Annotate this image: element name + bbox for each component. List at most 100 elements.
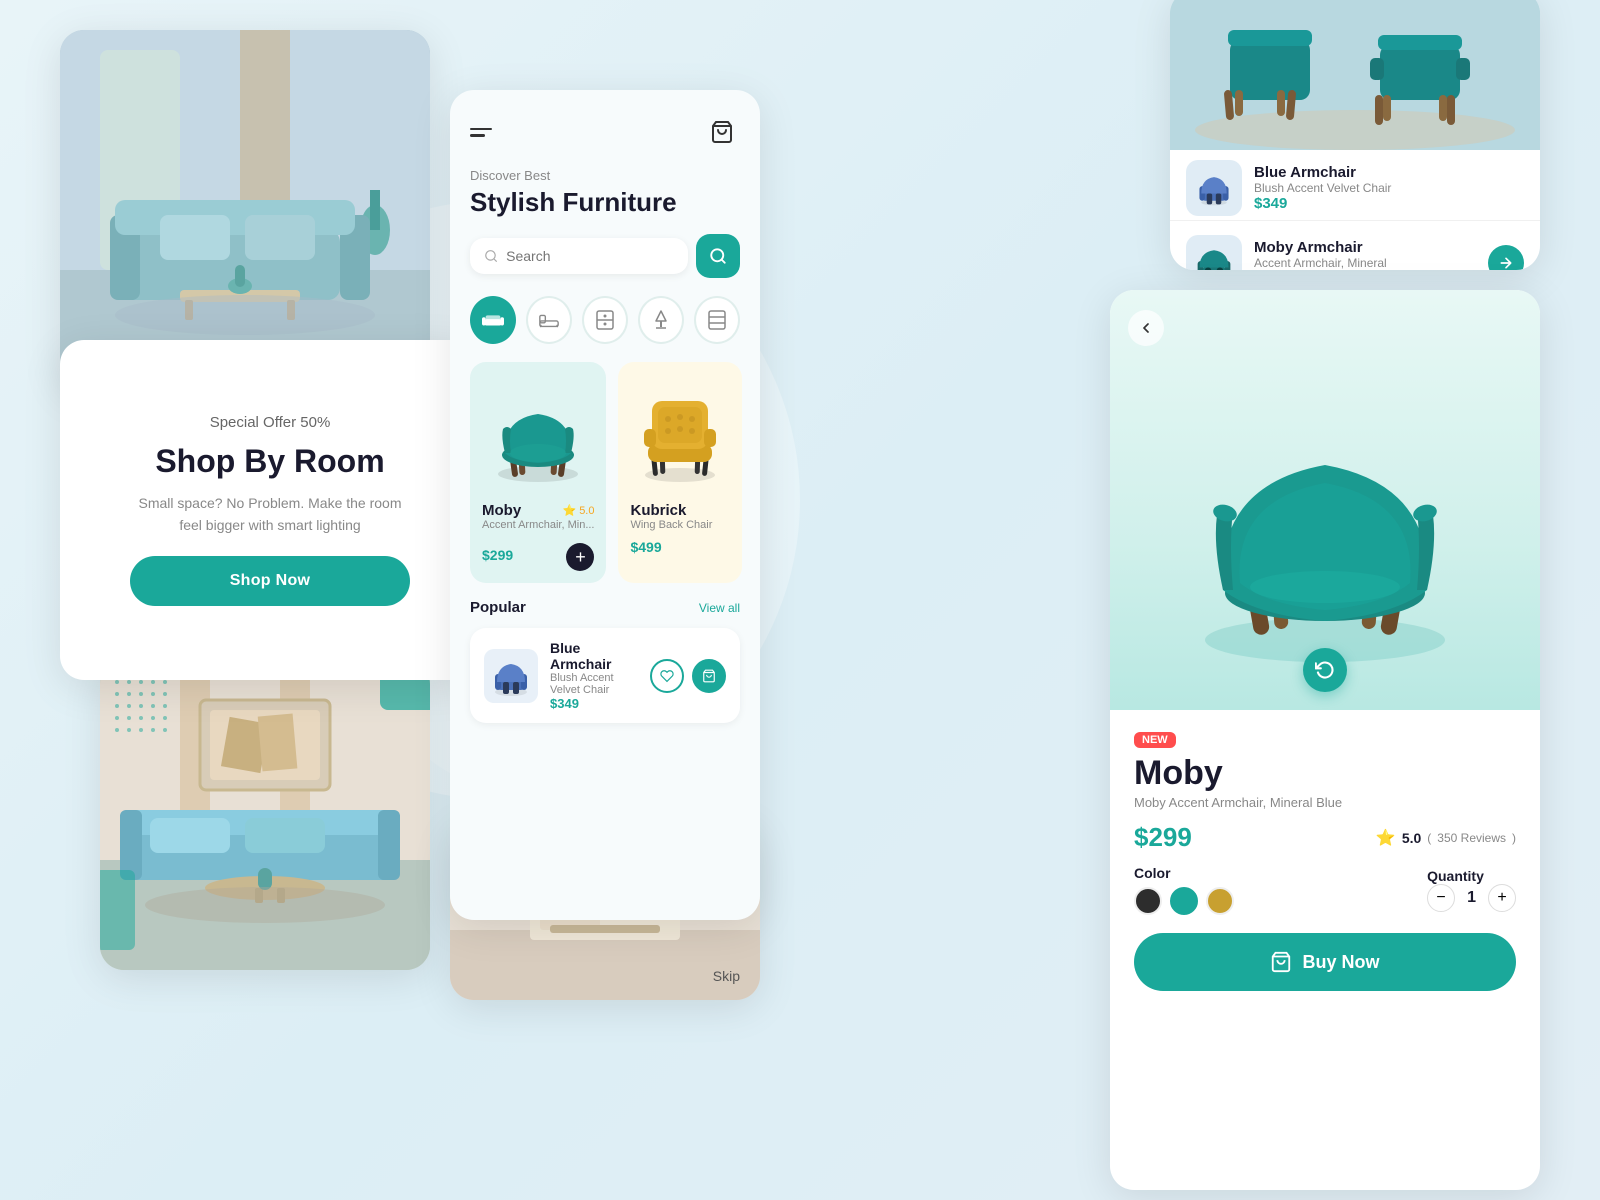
quantity-minus[interactable]: − bbox=[1427, 884, 1455, 912]
cat-lamp[interactable] bbox=[638, 296, 684, 344]
add-moby-button[interactable]: + bbox=[566, 543, 594, 571]
options-row: Color Quantity − 1 + bbox=[1134, 865, 1516, 915]
hamburger-line-2 bbox=[470, 134, 485, 137]
quantity-section: Quantity − 1 + bbox=[1427, 868, 1516, 912]
right-blue-armchair-sub: Blush Accent Velvet Chair bbox=[1254, 181, 1524, 195]
star-icon: ⭐ bbox=[562, 504, 576, 517]
moby-sub: Accent Armchair, Min... bbox=[482, 519, 594, 531]
cat-shelf[interactable] bbox=[694, 296, 740, 344]
hamburger-menu[interactable] bbox=[470, 128, 492, 137]
color-swatches bbox=[1134, 887, 1234, 915]
buy-now-label: Buy Now bbox=[1302, 952, 1379, 973]
search-input-wrap[interactable] bbox=[470, 238, 688, 274]
detail-body: NEW Moby Moby Accent Armchair, Mineral B… bbox=[1110, 710, 1540, 1011]
search-icon-btn bbox=[709, 247, 727, 265]
right-top-chair-img bbox=[1170, 0, 1540, 150]
product-kubrick[interactable]: Kubrick Wing Back Chair $499 bbox=[618, 362, 742, 583]
blue-armchair-list-item[interactable]: Blue Armchair Blush Accent Velvet Chair … bbox=[1186, 160, 1524, 216]
decor-accent-2 bbox=[100, 870, 135, 950]
shop-room-card: Special Offer 50% Shop By Room Small spa… bbox=[60, 340, 480, 680]
right-blue-armchair-name: Blue Armchair bbox=[1254, 164, 1524, 181]
blue-chair-icon bbox=[1194, 168, 1234, 208]
rotate-button[interactable] bbox=[1303, 648, 1347, 692]
moby-thumb bbox=[1186, 235, 1242, 270]
add-to-cart-button[interactable] bbox=[692, 659, 726, 693]
blue-armchair-thumb bbox=[484, 649, 538, 703]
arrow-right-icon bbox=[1498, 255, 1514, 270]
room-image-card bbox=[60, 30, 430, 390]
quantity-control: − 1 + bbox=[1427, 884, 1516, 912]
back-button[interactable] bbox=[1128, 310, 1164, 346]
bag-icon bbox=[702, 669, 716, 683]
products-row: Moby ⭐ 5.0 Accent Armchair, Min... $299 … bbox=[470, 362, 740, 583]
review-count-val: 350 Reviews bbox=[1437, 831, 1506, 845]
dots-pattern bbox=[115, 680, 171, 736]
detail-price: $299 bbox=[1134, 822, 1192, 853]
view-all-link[interactable]: View all bbox=[699, 601, 740, 615]
special-offer-text: Special Offer 50% bbox=[210, 414, 331, 431]
cart-button[interactable] bbox=[704, 114, 740, 150]
rotate-icon bbox=[1315, 660, 1335, 680]
search-icon-input bbox=[484, 248, 498, 264]
skip-button[interactable]: Skip bbox=[713, 968, 740, 984]
list-item-actions bbox=[650, 659, 726, 693]
popular-item-blue-armchair[interactable]: Blue Armchair Blush Accent Velvet Chair … bbox=[470, 628, 740, 723]
review-count-close: ) bbox=[1512, 831, 1516, 845]
blue-armchair-price: $349 bbox=[550, 696, 638, 711]
moby-armchair-sub: Accent Armchair, Mineral bbox=[1254, 256, 1476, 270]
cat-sofa[interactable] bbox=[470, 296, 516, 344]
main-app-screen: Discover Best Stylish Furniture bbox=[450, 90, 760, 920]
heart-icon bbox=[660, 669, 674, 683]
product-moby[interactable]: Moby ⭐ 5.0 Accent Armchair, Min... $299 … bbox=[470, 362, 606, 583]
moby-chair-img bbox=[483, 379, 593, 489]
blue-armchair-info: Blue Armchair Blush Accent Velvet Chair … bbox=[550, 640, 638, 711]
review-row: ⭐ 5.0 ( 350 Reviews ) bbox=[1376, 828, 1516, 848]
review-count: ( bbox=[1427, 831, 1431, 845]
wishlist-button[interactable] bbox=[650, 659, 684, 693]
detail-product-title: Moby bbox=[1134, 754, 1516, 793]
cat-cabinet[interactable] bbox=[582, 296, 628, 344]
color-swatch-black[interactable] bbox=[1134, 887, 1162, 915]
cart-icon bbox=[710, 120, 734, 144]
cabinet-icon bbox=[595, 309, 615, 331]
moby-detail-arrow[interactable] bbox=[1488, 245, 1524, 270]
moby-name: Moby bbox=[482, 502, 521, 519]
color-swatch-teal[interactable] bbox=[1170, 887, 1198, 915]
buy-now-button[interactable]: Buy Now bbox=[1134, 933, 1516, 991]
new-badge: NEW bbox=[1134, 732, 1176, 748]
moby-armchair-name: Moby Armchair bbox=[1254, 239, 1476, 256]
moby-large-img bbox=[1165, 325, 1485, 675]
right-product-list-card: Blue Armchair Blush Accent Velvet Chair … bbox=[1170, 0, 1540, 270]
search-input[interactable] bbox=[506, 248, 674, 264]
color-swatch-gold[interactable] bbox=[1206, 887, 1234, 915]
lamp-icon bbox=[651, 309, 671, 331]
app-subtitle: Discover Best bbox=[470, 168, 740, 183]
color-section: Color bbox=[1134, 865, 1234, 915]
moby-armchair-list-item[interactable]: Moby Armchair Accent Armchair, Mineral $… bbox=[1170, 221, 1540, 270]
moby-chair-small-icon bbox=[1194, 243, 1234, 270]
product-detail-card: NEW Moby Moby Accent Armchair, Mineral B… bbox=[1110, 290, 1540, 1190]
kubrick-sub: Wing Back Chair bbox=[630, 519, 730, 531]
app-topbar bbox=[470, 114, 740, 150]
search-button[interactable] bbox=[696, 234, 740, 278]
category-row bbox=[470, 296, 740, 344]
moby-rating: ⭐ 5.0 bbox=[562, 504, 594, 517]
star-rating-icon: ⭐ bbox=[1376, 828, 1396, 848]
blue-armchair-small-img bbox=[489, 654, 533, 698]
quantity-plus[interactable]: + bbox=[1488, 884, 1516, 912]
color-label: Color bbox=[1134, 865, 1234, 881]
search-row bbox=[470, 234, 740, 278]
popular-label: Popular bbox=[470, 599, 526, 616]
shop-room-title: Shop By Room bbox=[155, 443, 384, 480]
moby-img-area bbox=[482, 374, 594, 494]
blue-armchair-sub: Blush Accent Velvet Chair bbox=[550, 672, 638, 696]
shop-now-button[interactable]: Shop Now bbox=[130, 556, 410, 606]
bed-icon bbox=[538, 311, 560, 329]
cat-bed[interactable] bbox=[526, 296, 572, 344]
room-illustration bbox=[60, 30, 430, 390]
popular-header: Popular View all bbox=[470, 599, 740, 616]
interior-image-card bbox=[100, 660, 430, 970]
quantity-value: 1 bbox=[1467, 889, 1476, 907]
kubrick-name: Kubrick bbox=[630, 502, 730, 519]
shop-room-desc: Small space? No Problem. Make the room f… bbox=[130, 492, 410, 537]
